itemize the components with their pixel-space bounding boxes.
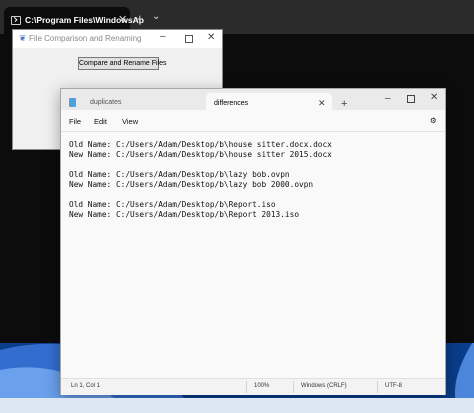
status-divider bbox=[377, 381, 378, 393]
notepad-minimize-button[interactable]: – bbox=[385, 93, 391, 104]
status-line-ending: Windows (CRLF) bbox=[301, 383, 347, 389]
menu-file[interactable]: File bbox=[69, 117, 81, 126]
text-line: New Name: C:/Users/Adam/Desktop/b\lazy b… bbox=[69, 180, 314, 189]
terminal-new-tab-button[interactable]: + bbox=[136, 11, 144, 26]
tk-maximize-button[interactable] bbox=[185, 35, 193, 43]
terminal-tab-close-icon[interactable]: ✕ bbox=[118, 13, 127, 26]
status-divider bbox=[246, 381, 247, 393]
feather-icon: ❦ bbox=[19, 33, 27, 43]
tab-duplicates[interactable]: duplicates bbox=[90, 99, 122, 106]
notepad-new-tab-button[interactable]: + bbox=[341, 98, 347, 110]
settings-gear-icon[interactable]: ⚙ bbox=[430, 116, 437, 125]
notepad-close-button[interactable]: ✕ bbox=[430, 92, 438, 103]
compare-rename-button[interactable]: Compare and Rename Files bbox=[78, 57, 167, 70]
tk-window-title: File Comparison and Renaming bbox=[29, 34, 142, 43]
status-zoom: 100% bbox=[254, 383, 270, 389]
status-position: Ln 1, Col 1 bbox=[71, 383, 101, 389]
tab-differences-label: differences bbox=[214, 100, 249, 107]
terminal-dropdown-icon[interactable]: ⌄ bbox=[152, 11, 160, 22]
status-bar: Ln 1, Col 1 100% Windows (CRLF) UTF-8 bbox=[61, 378, 445, 395]
tk-title-bar[interactable]: ❦ File Comparison and Renaming – ✕ bbox=[13, 30, 222, 48]
status-encoding: UTF-8 bbox=[385, 383, 402, 389]
tab-close-icon[interactable]: ✕ bbox=[318, 98, 326, 109]
notepad-file-icon bbox=[69, 98, 76, 107]
terminal-icon bbox=[11, 16, 21, 25]
text-line: Old Name: C:/Users/Adam/Desktop/b\Report… bbox=[69, 200, 276, 209]
status-divider bbox=[293, 381, 294, 393]
text-editor[interactable]: Old Name: C:/Users/Adam/Desktop/b\house … bbox=[61, 131, 445, 375]
menu-edit[interactable]: Edit bbox=[94, 117, 107, 126]
tab-differences[interactable]: differences ✕ bbox=[206, 93, 332, 113]
menu-view[interactable]: View bbox=[122, 117, 138, 126]
notepad-maximize-button[interactable] bbox=[407, 95, 415, 103]
taskbar bbox=[0, 398, 474, 413]
tk-minimize-button[interactable]: – bbox=[160, 31, 166, 42]
notepad-tab-bar: duplicates differences ✕ + – ✕ bbox=[61, 89, 445, 113]
text-line: New Name: C:/Users/Adam/Desktop/b\house … bbox=[69, 150, 332, 159]
text-line: Old Name: C:/Users/Adam/Desktop/b\house … bbox=[69, 140, 332, 149]
notepad-window: duplicates differences ✕ + – ✕ File Edit… bbox=[60, 88, 446, 395]
text-line: Old Name: C:/Users/Adam/Desktop/b\lazy b… bbox=[69, 170, 290, 179]
text-line: New Name: C:/Users/Adam/Desktop/b\Report… bbox=[69, 210, 300, 219]
notepad-menu-bar: File Edit View ⚙ bbox=[61, 113, 445, 131]
tk-close-button[interactable]: ✕ bbox=[207, 32, 215, 43]
